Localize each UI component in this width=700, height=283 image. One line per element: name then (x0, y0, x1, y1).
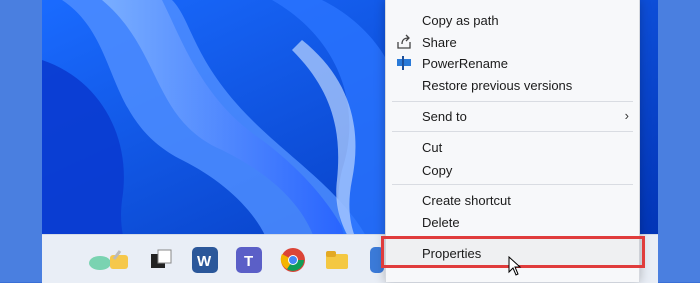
menu-item-cut[interactable]: Cut (386, 136, 639, 158)
menu-item-label: Share (422, 35, 457, 50)
menu-item-powerrename[interactable]: PowerRename (386, 52, 639, 74)
mouse-cursor-icon (508, 255, 524, 281)
menu-separator (392, 101, 633, 102)
teams-icon[interactable]: T (236, 247, 262, 273)
menu-item-delete[interactable]: Delete (386, 211, 639, 233)
menu-item-label: Cut (422, 140, 443, 155)
menu-item-copy-as-path[interactable]: Copy as path (386, 9, 639, 31)
menu-item-send-to[interactable]: Send to › (386, 105, 639, 127)
svg-text:T: T (244, 253, 253, 270)
share-icon (396, 34, 412, 50)
menu-item-label: Restore previous versions (422, 78, 573, 93)
menu-item-label: Create shortcut (422, 193, 511, 208)
menu-item-label: Copy (422, 163, 453, 178)
menu-item-label: Copy as path (422, 13, 499, 28)
menu-item-label: Send to (422, 109, 467, 124)
menu-item-label: PowerRename (422, 56, 508, 71)
widgets-icon[interactable] (84, 245, 132, 271)
menu-item-restore-previous-versions[interactable]: Restore previous versions (386, 74, 639, 96)
menu-item-label: Delete (422, 215, 460, 230)
task-view-icon[interactable] (148, 247, 174, 273)
menu-item-share[interactable]: Share (386, 31, 639, 53)
menu-item-create-shortcut[interactable]: Create shortcut (386, 189, 639, 211)
word-icon[interactable]: W (192, 247, 218, 273)
menu-item-copy[interactable]: Copy (386, 159, 639, 181)
powerrename-icon (396, 55, 412, 71)
menu-separator (392, 131, 633, 132)
chrome-icon[interactable] (280, 247, 306, 273)
chevron-right-icon: › (624, 108, 629, 123)
file-explorer-icon[interactable] (324, 247, 350, 273)
svg-text:W: W (197, 253, 212, 270)
menu-separator (392, 184, 633, 185)
